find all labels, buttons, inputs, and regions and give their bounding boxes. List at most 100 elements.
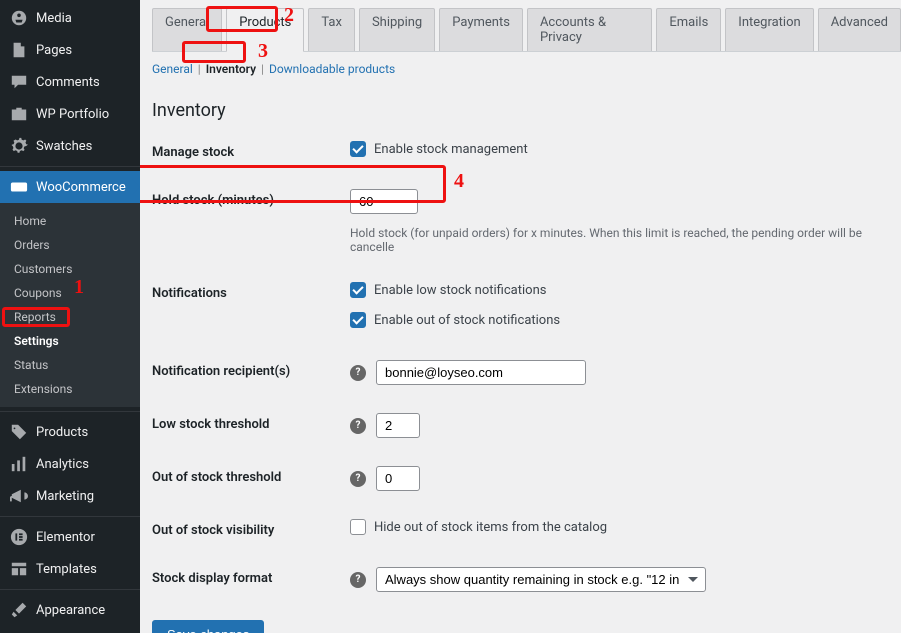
sidebar-separator bbox=[0, 411, 140, 412]
sidebar-separator bbox=[0, 166, 140, 167]
checkbox-oos-visibility-wrap[interactable]: Hide out of stock items from the catalog bbox=[350, 519, 607, 535]
tab-emails[interactable]: Emails bbox=[656, 8, 721, 51]
save-button[interactable]: Save changes bbox=[152, 620, 264, 633]
checkbox-oos-visibility[interactable] bbox=[350, 519, 366, 535]
woo-icon bbox=[10, 178, 28, 196]
subtab-inventory[interactable]: Inventory bbox=[206, 62, 256, 76]
woo-submenu-orders[interactable]: Orders bbox=[0, 233, 140, 257]
sidebar-item-woocommerce[interactable]: WooCommerce bbox=[0, 171, 140, 203]
woo-submenu: HomeOrdersCustomersCouponsReportsSetting… bbox=[0, 203, 140, 407]
sidebar-item-products[interactable]: Products bbox=[0, 416, 140, 448]
woo-submenu-status[interactable]: Status bbox=[0, 353, 140, 377]
row-oos-visibility: Out of stock visibility Hide out of stoc… bbox=[152, 519, 901, 539]
sidebar-item-plugins[interactable]: Plugins bbox=[0, 626, 140, 633]
checkbox-out-stock-wrap[interactable]: Enable out of stock notifications bbox=[350, 312, 560, 328]
row-low-threshold: Low stock threshold ? bbox=[152, 413, 901, 438]
input-low-threshold[interactable] bbox=[376, 413, 420, 438]
tab-integration[interactable]: Integration bbox=[725, 8, 813, 51]
select-display-format[interactable]: Always show quantity remaining in stock … bbox=[376, 567, 706, 592]
subtab-general[interactable]: General bbox=[152, 62, 193, 76]
admin-sidebar: Media Pages Comments WP Portfolio Swatch… bbox=[0, 0, 140, 633]
checkbox-manage-stock[interactable] bbox=[350, 141, 366, 157]
checkbox-out-stock[interactable] bbox=[350, 312, 366, 328]
row-manage-stock: Manage stock Enable stock management bbox=[152, 141, 901, 161]
elementor-icon bbox=[10, 528, 28, 546]
woo-submenu-reports[interactable]: Reports bbox=[0, 305, 140, 329]
label-manage-stock: Manage stock bbox=[152, 141, 350, 160]
tag-icon bbox=[10, 423, 28, 441]
content-area: GeneralProductsTaxShippingPaymentsAccoun… bbox=[140, 0, 901, 633]
sidebar-item-templates[interactable]: Templates bbox=[0, 553, 140, 585]
woo-submenu-home[interactable]: Home bbox=[0, 209, 140, 233]
sidebar-item-pages[interactable]: Pages bbox=[0, 34, 140, 66]
sidebar-item-marketing[interactable]: Marketing bbox=[0, 480, 140, 512]
woo-submenu-customers[interactable]: Customers bbox=[0, 257, 140, 281]
input-hold-stock[interactable] bbox=[350, 189, 418, 214]
label-notifications: Notifications bbox=[152, 282, 350, 301]
sidebar-item-label: Swatches bbox=[36, 139, 92, 154]
sidebar-item-label: Pages bbox=[36, 43, 72, 58]
checkbox-out-stock-label: Enable out of stock notifications bbox=[374, 313, 560, 328]
bars-icon bbox=[10, 455, 28, 473]
row-out-threshold: Out of stock threshold ? bbox=[152, 466, 901, 491]
tab-shipping[interactable]: Shipping bbox=[359, 8, 435, 51]
page-title: Inventory bbox=[152, 100, 901, 121]
help-icon[interactable]: ? bbox=[350, 418, 366, 434]
tab-advanced[interactable]: Advanced bbox=[818, 8, 901, 51]
sidebar-item-label: Elementor bbox=[36, 530, 95, 545]
tab-accounts-privacy[interactable]: Accounts & Privacy bbox=[527, 8, 652, 51]
woo-submenu-settings[interactable]: Settings bbox=[0, 329, 140, 353]
settings-subtabs: General | Inventory | Downloadable produ… bbox=[152, 52, 901, 76]
sidebar-item-label: WooCommerce bbox=[36, 180, 126, 195]
templates-icon bbox=[10, 560, 28, 578]
tab-payments[interactable]: Payments bbox=[439, 8, 523, 51]
comment-icon bbox=[10, 73, 28, 91]
help-icon[interactable]: ? bbox=[350, 572, 366, 588]
checkbox-manage-stock-label: Enable stock management bbox=[374, 142, 528, 157]
row-hold-stock-desc: Hold stock (for unpaid orders) for x min… bbox=[152, 220, 901, 254]
sidebar-item-label: WP Portfolio bbox=[36, 107, 109, 122]
sidebar-item-media[interactable]: Media bbox=[0, 2, 140, 34]
sidebar-item-label: Marketing bbox=[36, 489, 94, 504]
checkbox-low-stock-label: Enable low stock notifications bbox=[374, 283, 546, 298]
media-icon bbox=[10, 9, 28, 27]
gear-icon bbox=[10, 137, 28, 155]
label-low-threshold: Low stock threshold bbox=[152, 413, 350, 432]
sidebar-item-appearance[interactable]: Appearance bbox=[0, 594, 140, 626]
desc-hold-stock: Hold stock (for unpaid orders) for x min… bbox=[350, 226, 901, 254]
woo-submenu-coupons[interactable]: Coupons bbox=[0, 281, 140, 305]
checkbox-oos-visibility-label: Hide out of stock items from the catalog bbox=[374, 520, 607, 535]
sidebar-item-label: Templates bbox=[36, 562, 97, 577]
checkbox-low-stock-wrap[interactable]: Enable low stock notifications bbox=[350, 282, 546, 298]
tab-products[interactable]: Products bbox=[226, 8, 304, 52]
settings-tabs: GeneralProductsTaxShippingPaymentsAccoun… bbox=[152, 0, 901, 52]
sidebar-item-label: Products bbox=[36, 425, 88, 440]
portfolio-icon bbox=[10, 105, 28, 123]
input-out-threshold[interactable] bbox=[376, 466, 420, 491]
row-notifications: Notifications Enable low stock notificat… bbox=[152, 282, 901, 302]
sidebar-item-analytics[interactable]: Analytics bbox=[0, 448, 140, 480]
help-icon[interactable]: ? bbox=[350, 365, 366, 381]
sidebar-item-wp-portfolio[interactable]: WP Portfolio bbox=[0, 98, 140, 130]
sidebar-item-swatches[interactable]: Swatches bbox=[0, 130, 140, 162]
brush-icon bbox=[10, 601, 28, 619]
checkbox-low-stock[interactable] bbox=[350, 282, 366, 298]
tab-tax[interactable]: Tax bbox=[308, 8, 355, 51]
label-recipients: Notification recipient(s) bbox=[152, 364, 290, 379]
label-display-format: Stock display format bbox=[152, 567, 350, 586]
label-oos-visibility: Out of stock visibility bbox=[152, 519, 350, 538]
sidebar-item-elementor[interactable]: Elementor bbox=[0, 521, 140, 553]
megaphone-icon bbox=[10, 487, 28, 505]
sidebar-item-label: Media bbox=[36, 11, 72, 26]
input-recipients[interactable] bbox=[376, 360, 586, 385]
label-out-threshold: Out of stock threshold bbox=[152, 466, 350, 485]
tab-general[interactable]: General bbox=[152, 8, 222, 51]
label-hold-stock: Hold stock (minutes) bbox=[152, 189, 350, 208]
help-icon[interactable]: ? bbox=[350, 471, 366, 487]
woo-submenu-extensions[interactable]: Extensions bbox=[0, 377, 140, 401]
sidebar-item-comments[interactable]: Comments bbox=[0, 66, 140, 98]
sidebar-separator bbox=[0, 589, 140, 590]
sidebar-item-label: Analytics bbox=[36, 457, 89, 472]
subtab-downloadable-products[interactable]: Downloadable products bbox=[269, 62, 395, 76]
checkbox-manage-stock-wrap[interactable]: Enable stock management bbox=[350, 141, 528, 157]
